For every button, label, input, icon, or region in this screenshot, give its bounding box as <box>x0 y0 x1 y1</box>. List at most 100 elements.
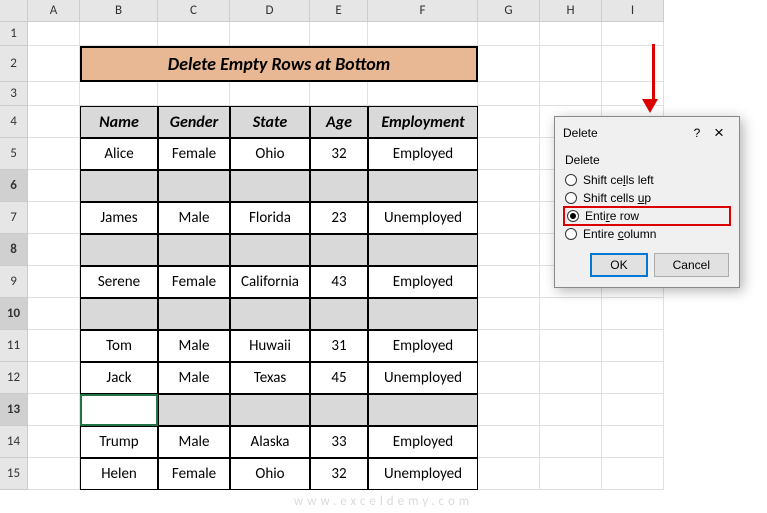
cell-D9[interactable]: California <box>230 266 310 298</box>
cell-F11[interactable]: Employed <box>368 330 478 362</box>
cell-F12[interactable]: Unemployed <box>368 362 478 394</box>
cell-E3[interactable] <box>310 82 368 106</box>
cell-C15[interactable]: Female <box>158 458 230 490</box>
cell-E6[interactable] <box>310 170 368 202</box>
row-header-1[interactable]: 1 <box>0 22 28 46</box>
cell-A8[interactable] <box>28 234 80 266</box>
cell-G8[interactable] <box>478 234 540 266</box>
cell-F5[interactable]: Employed <box>368 138 478 170</box>
cell-G6[interactable] <box>478 170 540 202</box>
cell-G4[interactable] <box>478 106 540 138</box>
cell-A2[interactable] <box>28 46 80 82</box>
cell-G11[interactable] <box>478 330 540 362</box>
column-header-A[interactable]: A <box>28 0 80 22</box>
table-header[interactable]: Name <box>80 106 158 138</box>
row-header-5[interactable]: 5 <box>0 138 28 170</box>
row-header-8[interactable]: 8 <box>0 234 28 266</box>
cell-H12[interactable] <box>540 362 602 394</box>
row-header-4[interactable]: 4 <box>0 106 28 138</box>
row-header-15[interactable]: 15 <box>0 458 28 490</box>
cell-A3[interactable] <box>28 82 80 106</box>
cell-B1[interactable] <box>80 22 158 46</box>
cell-A6[interactable] <box>28 170 80 202</box>
cell-C10[interactable] <box>158 298 230 330</box>
cell-H13[interactable] <box>540 394 602 426</box>
cell-F15[interactable]: Unemployed <box>368 458 478 490</box>
cell-F3[interactable] <box>368 82 478 106</box>
cell-B12[interactable]: Jack <box>80 362 158 394</box>
cell-D13[interactable] <box>230 394 310 426</box>
cell-A1[interactable] <box>28 22 80 46</box>
cell-E14[interactable]: 33 <box>310 426 368 458</box>
cell-B11[interactable]: Tom <box>80 330 158 362</box>
cell-H14[interactable] <box>540 426 602 458</box>
column-header-E[interactable]: E <box>310 0 368 22</box>
cell-A7[interactable] <box>28 202 80 234</box>
cell-H11[interactable] <box>540 330 602 362</box>
cell-F13[interactable] <box>368 394 478 426</box>
cell-D10[interactable] <box>230 298 310 330</box>
column-header-D[interactable]: D <box>230 0 310 22</box>
cell-G10[interactable] <box>478 298 540 330</box>
cell-A13[interactable] <box>28 394 80 426</box>
cell-I14[interactable] <box>602 426 664 458</box>
cell-A15[interactable] <box>28 458 80 490</box>
cell-A10[interactable] <box>28 298 80 330</box>
cell-D11[interactable]: Huwaii <box>230 330 310 362</box>
cell-C3[interactable] <box>158 82 230 106</box>
column-header-C[interactable]: C <box>158 0 230 22</box>
cell-B7[interactable]: James <box>80 202 158 234</box>
cell-D7[interactable]: Florida <box>230 202 310 234</box>
cell-H2[interactable] <box>540 46 602 82</box>
cell-I1[interactable] <box>602 22 664 46</box>
cell-B13[interactable] <box>80 394 158 426</box>
cell-D14[interactable]: Alaska <box>230 426 310 458</box>
cell-I15[interactable] <box>602 458 664 490</box>
cell-F1[interactable] <box>368 22 478 46</box>
cell-D12[interactable]: Texas <box>230 362 310 394</box>
cell-C5[interactable]: Female <box>158 138 230 170</box>
cell-B3[interactable] <box>80 82 158 106</box>
cell-D1[interactable] <box>230 22 310 46</box>
cell-B14[interactable]: Trump <box>80 426 158 458</box>
cell-B9[interactable]: Serene <box>80 266 158 298</box>
row-header-12[interactable]: 12 <box>0 362 28 394</box>
row-header-3[interactable]: 3 <box>0 82 28 106</box>
cell-B5[interactable]: Alice <box>80 138 158 170</box>
row-header-10[interactable]: 10 <box>0 298 28 330</box>
cell-D8[interactable] <box>230 234 310 266</box>
cell-C13[interactable] <box>158 394 230 426</box>
cell-C11[interactable]: Male <box>158 330 230 362</box>
cell-E13[interactable] <box>310 394 368 426</box>
cell-E15[interactable]: 32 <box>310 458 368 490</box>
column-header-G[interactable]: G <box>478 0 540 22</box>
row-header-6[interactable]: 6 <box>0 170 28 202</box>
cell-B6[interactable] <box>80 170 158 202</box>
cell-G14[interactable] <box>478 426 540 458</box>
cell-I11[interactable] <box>602 330 664 362</box>
cell-G13[interactable] <box>478 394 540 426</box>
cell-A4[interactable] <box>28 106 80 138</box>
row-header-9[interactable]: 9 <box>0 266 28 298</box>
cell-F6[interactable] <box>368 170 478 202</box>
dialog-close-button[interactable]: × <box>707 123 731 143</box>
cell-C1[interactable] <box>158 22 230 46</box>
select-all-corner[interactable] <box>0 0 28 22</box>
cell-A12[interactable] <box>28 362 80 394</box>
table-header[interactable]: State <box>230 106 310 138</box>
radio-option-1[interactable]: Shift cells up <box>565 189 729 207</box>
ok-button[interactable]: OK <box>590 253 647 277</box>
radio-option-3[interactable]: Entire column <box>565 225 729 243</box>
cell-G12[interactable] <box>478 362 540 394</box>
row-header-13[interactable]: 13 <box>0 394 28 426</box>
cell-C12[interactable]: Male <box>158 362 230 394</box>
table-header[interactable]: Gender <box>158 106 230 138</box>
dialog-help-button[interactable]: ? <box>687 126 707 140</box>
cell-D15[interactable]: Ohio <box>230 458 310 490</box>
cell-G1[interactable] <box>478 22 540 46</box>
cell-B15[interactable]: Helen <box>80 458 158 490</box>
cell-G7[interactable] <box>478 202 540 234</box>
row-header-14[interactable]: 14 <box>0 426 28 458</box>
table-header[interactable]: Employment <box>368 106 478 138</box>
cell-F8[interactable] <box>368 234 478 266</box>
